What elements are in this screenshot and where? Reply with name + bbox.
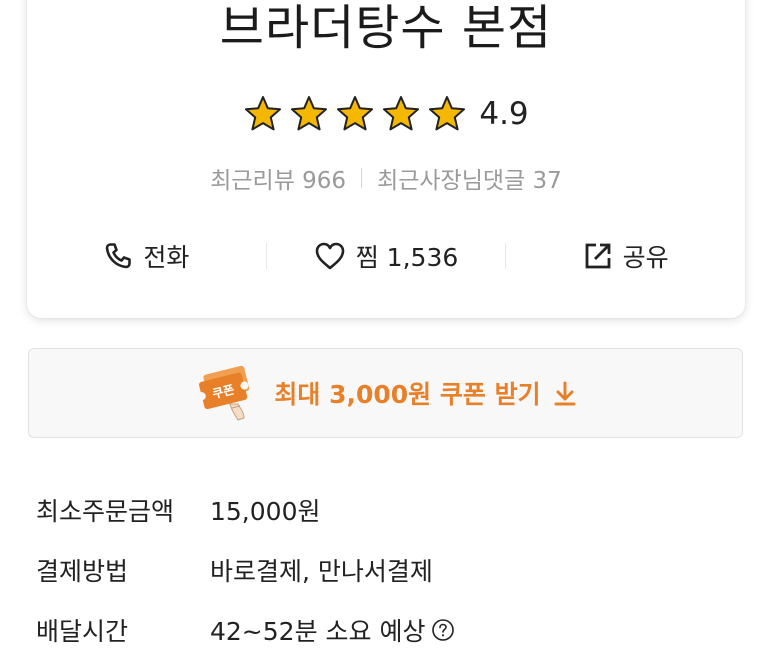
call-label: 전화 xyxy=(143,243,190,272)
star-icon xyxy=(427,95,467,133)
info-label: 결제방법 xyxy=(36,557,129,586)
share-icon xyxy=(585,243,611,269)
heart-icon xyxy=(315,242,345,270)
info-value: 15,000원 xyxy=(210,497,321,526)
call-button[interactable]: 전화 xyxy=(27,238,266,274)
divider xyxy=(361,168,363,188)
recent-review-link[interactable]: 최근리뷰 966 xyxy=(210,161,346,195)
info-row-min-order: 최소주문금액 15,000원 xyxy=(36,480,455,540)
store-header-card: 브라더탕수 본점 4.9 최근리뷰 966 최근사장님댓글 37 전화 찜 1,… xyxy=(27,0,745,318)
share-button[interactable]: 공유 xyxy=(506,238,745,274)
help-icon[interactable] xyxy=(431,618,455,642)
info-label: 최소주문금액 xyxy=(36,497,175,526)
coupon-label: 최대 3,000원 쿠폰 받기 xyxy=(274,380,541,409)
star-rating xyxy=(243,95,467,133)
phone-icon xyxy=(106,243,132,269)
favorite-label: 찜 1,536 xyxy=(355,243,459,272)
recent-reply-link[interactable]: 최근사장님댓글 37 xyxy=(377,161,562,195)
share-label: 공유 xyxy=(622,243,669,272)
rating-value: 4.9 xyxy=(479,96,529,132)
star-icon xyxy=(335,95,375,133)
store-info-list: 최소주문금액 15,000원 결제방법 바로결제, 만나서결제 배달시간 42~… xyxy=(36,480,455,660)
favorite-button[interactable]: 찜 1,536 xyxy=(267,238,506,274)
star-icon xyxy=(381,95,421,133)
review-summary: 최근리뷰 966 최근사장님댓글 37 xyxy=(27,161,745,195)
info-value: 바로결제, 만나서결제 xyxy=(210,557,433,586)
info-row-payment: 결제방법 바로결제, 만나서결제 xyxy=(36,540,455,600)
star-icon xyxy=(289,95,329,133)
delivery-time-value: 42~52분 소요 예상 xyxy=(210,617,426,646)
action-bar: 전화 찜 1,536 공유 xyxy=(27,238,745,274)
info-value-wrap: 42~52분 소요 예상 xyxy=(210,612,455,648)
coupon-ticket-icon: 쿠폰 xyxy=(198,365,250,421)
star-icon xyxy=(243,95,283,133)
rating-row: 4.9 xyxy=(27,95,745,133)
coupon-download-button[interactable]: 쿠폰 최대 3,000원 쿠폰 받기 xyxy=(28,348,743,438)
store-name: 브라더탕수 본점 xyxy=(219,0,553,56)
info-row-delivery-time: 배달시간 42~52분 소요 예상 xyxy=(36,600,455,660)
info-label: 배달시간 xyxy=(36,617,129,646)
download-arrow-icon xyxy=(554,381,576,406)
